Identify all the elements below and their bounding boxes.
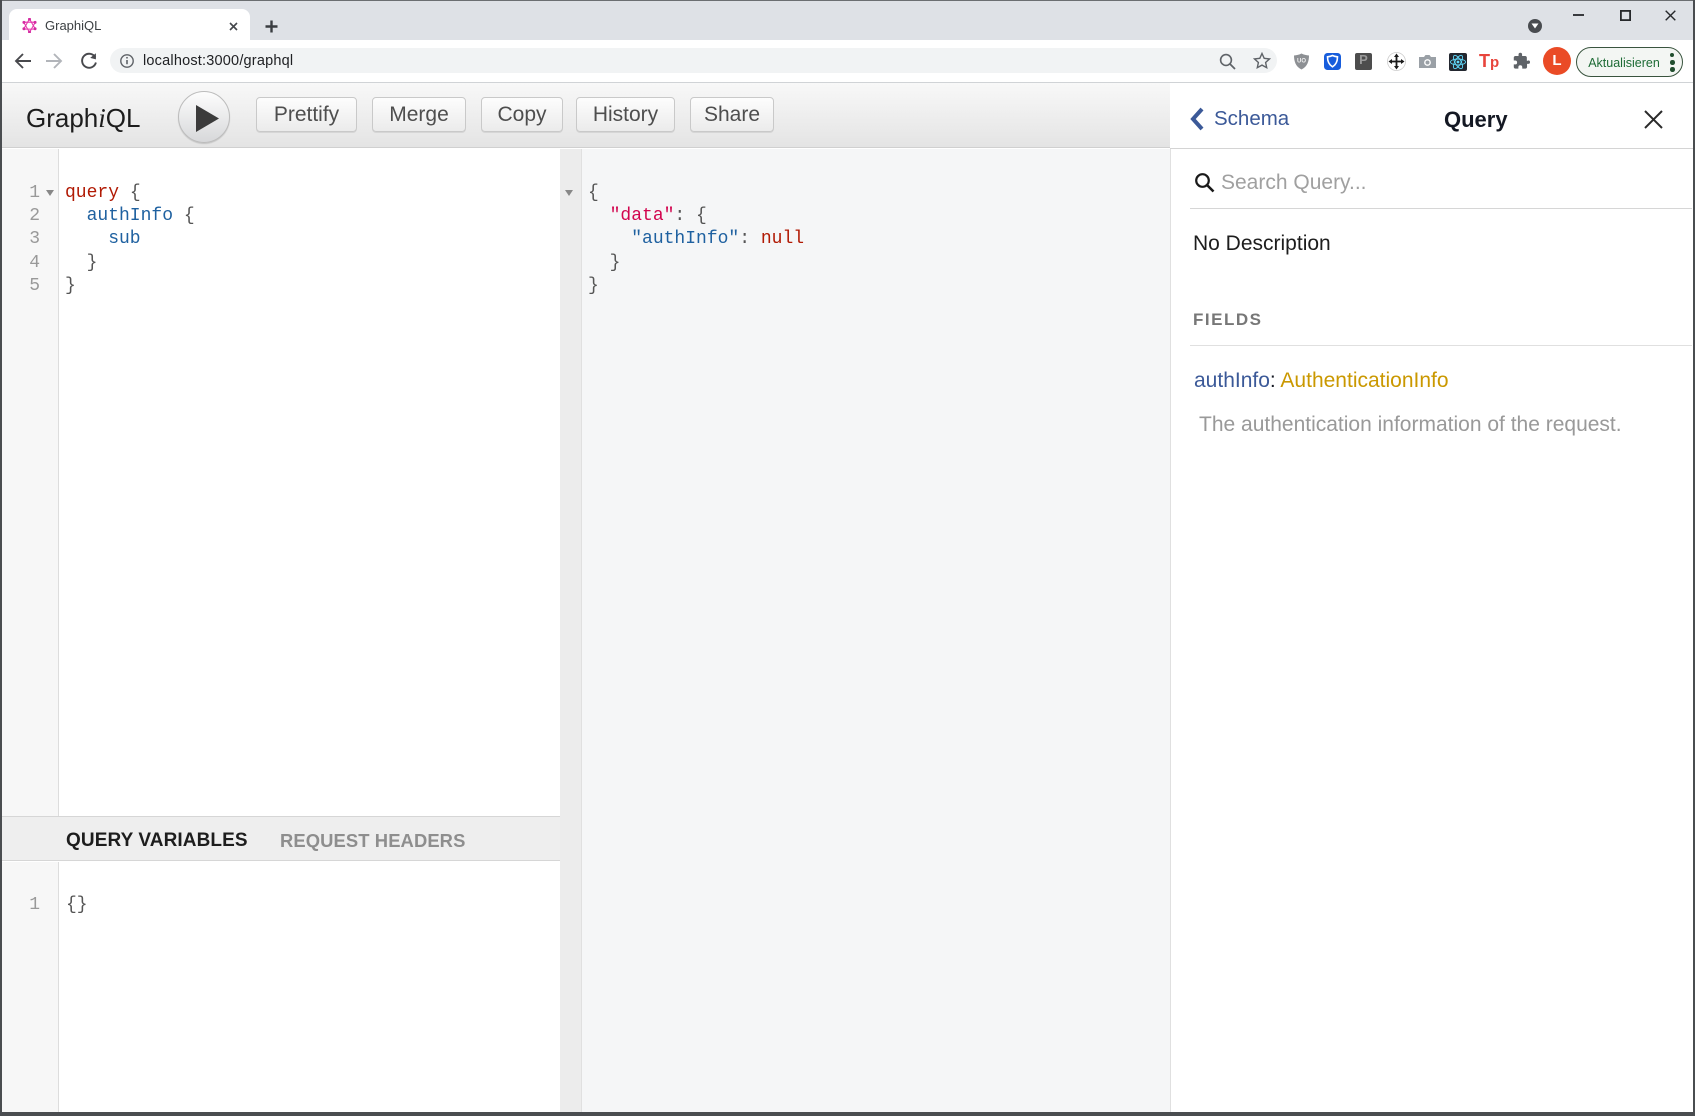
svg-text:UO: UO	[1297, 59, 1306, 65]
